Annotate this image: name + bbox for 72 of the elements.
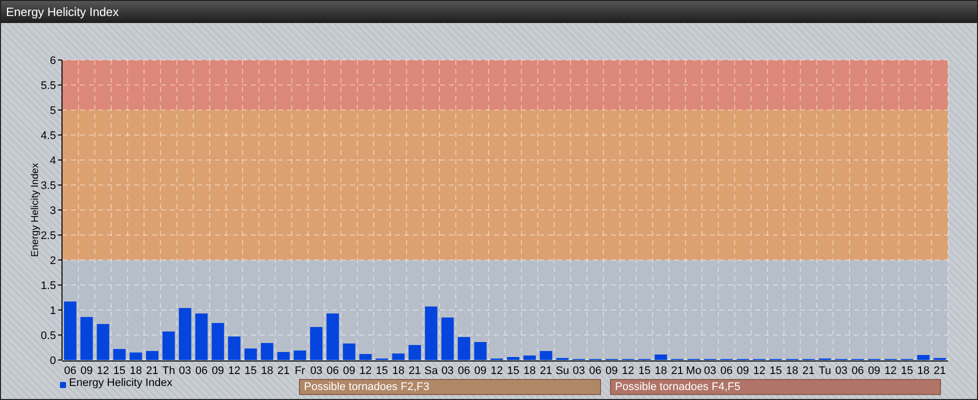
y-tick-label: 0 [50,355,56,367]
x-tick-label: 12 [753,365,766,375]
x-tick-label: 12 [490,365,503,375]
x-tick-label: 15 [507,365,520,375]
x-tick-label: 18 [523,365,536,375]
x-tick-label: 12 [622,365,634,375]
x-tick-label: 12 [96,365,110,375]
x-tick-label: 18 [786,365,798,375]
x-tick-label: 15 [113,365,126,375]
x-tick-label: 09 [606,365,618,375]
x-tick-label: 03 [572,365,585,375]
y-tick-label: 4 [50,155,56,167]
x-tick-label: 09 [212,365,224,375]
x-tick-label: 15 [376,365,388,375]
x-tick-label: 21 [408,365,421,375]
x-tick-label: 09 [343,365,356,375]
annotation-label: Possible tornadoes F2,F3 [299,379,601,395]
x-tick-label: 12 [359,365,372,375]
x-tick-label: 21 [540,365,552,375]
x-tick-label: 21 [146,365,158,375]
x-tick-label: 06 [589,365,602,375]
annotation-label: Possible tornadoes F4,F5 [610,379,941,395]
y-tick-label: 1.5 [40,280,56,292]
x-tick-label: 21 [934,365,946,375]
x-tick-label: 15 [244,365,257,375]
x-tick-label: 09 [868,365,880,375]
y-axis-label: Energy Helicity Index [30,163,41,257]
legend-label: Energy Helicity Index [69,376,172,390]
x-tick-label: 03 [310,365,322,375]
x-tick-label: Su [556,365,570,375]
x-tick-label: 15 [770,365,782,375]
x-tick-label: 12 [228,365,240,375]
y-tick-label: 6 [50,55,56,67]
x-tick-label: 06 [64,365,76,375]
x-tick-label: Th [162,365,176,375]
x-tick-label: 03 [178,365,192,375]
x-tick-label: 03 [835,365,848,375]
x-tick-label: 09 [736,365,750,375]
y-tick-label: 5.5 [40,80,56,92]
window-title: Energy Helicity Index [6,4,119,21]
x-tick-label: 21 [277,365,290,375]
x-tick-label: Fr [294,365,306,375]
x-tick-label: 03 [441,365,454,375]
x-tick-label: 03 [704,365,716,375]
x-tick-label: 06 [458,365,470,375]
x-tick-label: Mo [686,365,702,375]
y-tick-label: 2.5 [40,230,56,242]
x-tick-label: 12 [884,365,897,375]
y-tick-label: 0.5 [40,330,56,342]
x-tick-label: Tu [818,365,832,375]
y-tick-label: 3.5 [40,180,56,192]
x-tick-label: 06 [720,365,733,375]
y-tick-label: 2 [50,255,56,267]
x-tick-label: 21 [671,365,684,375]
x-tick-label: 06 [195,365,208,375]
x-tick-label: 06 [326,365,339,375]
y-tick-label: 1 [50,305,56,317]
x-tick-label: 09 [80,365,93,375]
x-tick-label: 09 [474,365,487,375]
x-tick-label: 18 [392,365,404,375]
x-tick-label: 15 [900,365,914,375]
x-tick-label: 18 [260,365,274,375]
x-tick-label: Sa [424,365,438,375]
x-tick-label: 06 [852,365,864,375]
x-tick-label: 15 [638,365,651,375]
x-tick-label: 18 [917,365,930,375]
x-tick-label: 18 [130,365,142,375]
x-tick-label: 21 [802,365,815,375]
y-tick-label: 3 [50,205,56,217]
y-tick-label: 5 [50,105,56,117]
y-tick-label: 4.5 [40,130,56,142]
x-tick-label: 18 [654,365,667,375]
